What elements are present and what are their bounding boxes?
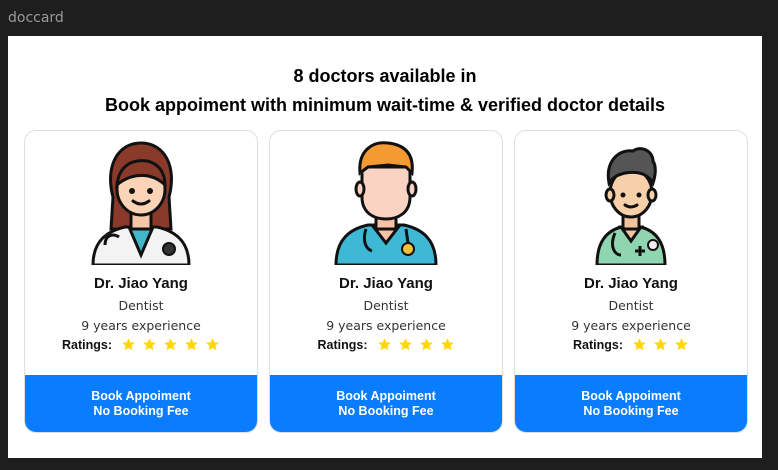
star-icon [633, 338, 646, 351]
star-icon [377, 338, 391, 351]
book-appointment-button[interactable]: Book Appoiment No Booking Fee [515, 375, 747, 432]
doctor-card-canvas: 8 doctors available in Book appoiment wi… [8, 36, 762, 458]
book-button-label: Book Appoiment [91, 388, 191, 403]
star-icon [185, 338, 198, 351]
doctor-name: Dr. Jiao Yang [584, 275, 678, 292]
star-icon [164, 338, 177, 351]
headline-line-1: 8 doctors available in [293, 66, 477, 86]
book-appointment-button[interactable]: Book Appoiment No Booking Fee [270, 375, 502, 432]
doctor-experience: 9 years experience [326, 318, 446, 333]
doctor-card-list: Dr. Jiao Yang Dentist 9 years experience… [24, 130, 748, 433]
doctor-name: Dr. Jiao Yang [94, 275, 188, 292]
doctor-experience: 9 years experience [81, 318, 201, 333]
doctor-card: Dr. Jiao Yang Dentist 9 years experience… [514, 130, 748, 433]
page-title: 8 doctors available in Book appoiment wi… [8, 62, 762, 120]
rating-row: Ratings: [270, 337, 502, 352]
male-nurse-icon [332, 137, 440, 265]
book-appointment-button[interactable]: Book Appoiment No Booking Fee [25, 375, 257, 432]
doctor-name: Dr. Jiao Yang [339, 275, 433, 292]
star-icon [206, 338, 219, 351]
female-doctor-icon [87, 137, 195, 265]
star-icon [654, 338, 667, 351]
star-icon [122, 338, 135, 351]
booking-fee-label: No Booking Fee [93, 403, 189, 418]
booking-fee-label: No Booking Fee [583, 403, 679, 418]
doctor-specialty: Dentist [363, 298, 409, 313]
rating-row: Ratings: [515, 337, 747, 352]
star-icon [440, 338, 454, 351]
headline-line-2: Book appoiment with minimum wait-time & … [104, 95, 666, 115]
ratings-label: Ratings: [62, 337, 112, 352]
doctor-card: Dr. Jiao Yang Dentist 9 years experience… [269, 130, 503, 433]
booking-fee-label: No Booking Fee [338, 403, 434, 418]
star-icon [143, 338, 156, 351]
ratings-label: Ratings: [317, 337, 368, 352]
star-icon [675, 338, 688, 351]
ratings-label: Ratings: [573, 337, 623, 352]
doctor-card: Dr. Jiao Yang Dentist 9 years experience… [24, 130, 258, 433]
doctor-experience: 9 years experience [571, 318, 691, 333]
male-doctor-icon [577, 137, 685, 265]
star-icon [398, 338, 412, 351]
doctor-specialty: Dentist [608, 298, 654, 313]
doctor-specialty: Dentist [118, 298, 164, 313]
book-button-label: Book Appoiment [336, 388, 436, 403]
book-button-label: Book Appoiment [581, 388, 681, 403]
frame-title: doccard [8, 10, 64, 26]
star-icon [419, 338, 433, 351]
rating-row: Ratings: [25, 337, 257, 352]
